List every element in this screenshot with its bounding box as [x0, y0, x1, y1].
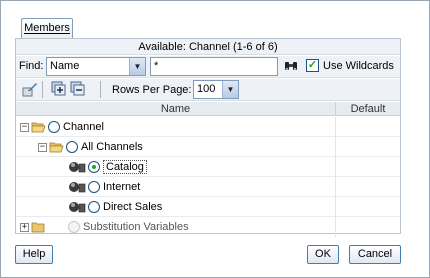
toolbar-separator — [100, 81, 101, 98]
member-label[interactable]: Channel — [63, 121, 104, 133]
find-input[interactable]: * — [150, 57, 278, 76]
open-folder-icon — [49, 142, 64, 153]
members-dialog: Members Available: Channel (1-6 of 6) Fi… — [0, 0, 430, 278]
tree-row: − Channel — [16, 117, 400, 137]
member-label[interactable]: Substitution Variables — [83, 221, 189, 233]
toolbar: Rows Per Page: 100 ▼ — [16, 79, 400, 101]
member-radio[interactable] — [88, 181, 100, 193]
expand-toggle-icon[interactable]: + — [20, 222, 29, 232]
column-divider — [335, 217, 336, 237]
member-label[interactable]: All Channels — [81, 141, 143, 153]
use-wildcards-label: Use Wildcards — [323, 60, 394, 72]
find-row: Find: Name ▼ * ✓ Use Wildcards — [16, 56, 400, 78]
column-divider — [335, 137, 336, 157]
column-default-header[interactable]: Default — [336, 102, 400, 116]
member-radio[interactable] — [88, 161, 100, 173]
tree-node: Internet — [68, 177, 140, 197]
open-folder-icon — [31, 122, 46, 133]
members-panel: Available: Channel (1-6 of 6) Find: Name… — [15, 38, 401, 237]
tree-header: Name Default — [16, 102, 400, 116]
member-radio — [68, 221, 80, 233]
rows-per-page-select[interactable]: 100 ▼ — [193, 80, 239, 99]
member-radio[interactable] — [48, 121, 60, 133]
tree-row: Catalog — [16, 157, 400, 177]
column-divider — [335, 177, 336, 197]
tree-node: − Channel — [20, 117, 104, 137]
member-label[interactable]: Direct Sales — [103, 201, 162, 213]
member-tree: − Channel − All Channels Catalog Interne… — [16, 117, 400, 237]
available-summary: Available: Channel (1-6 of 6) — [16, 39, 400, 55]
rows-per-page-label: Rows Per Page: — [112, 84, 192, 96]
toolbar-separator — [42, 81, 43, 98]
member-leaf-icon — [69, 182, 86, 193]
tree-row: − All Channels — [16, 137, 400, 157]
column-name-header[interactable]: Name — [16, 102, 335, 116]
collapse-toggle-icon[interactable]: − — [38, 142, 47, 152]
tree-row: Direct Sales — [16, 197, 400, 217]
use-wildcards-checkbox[interactable]: ✓ — [306, 59, 319, 72]
find-field-value: Name — [50, 60, 80, 72]
find-label: Find: — [19, 60, 44, 72]
member-leaf-icon — [69, 202, 86, 213]
column-divider — [335, 197, 336, 217]
member-radio[interactable] — [66, 141, 78, 153]
tree-node: Catalog — [68, 157, 147, 177]
expand-all-icon[interactable] — [51, 81, 67, 97]
tree-node: + Substitution Variables — [20, 217, 189, 237]
collapse-all-icon[interactable] — [70, 81, 86, 97]
chevron-down-icon: ▼ — [129, 58, 145, 75]
member-radio[interactable] — [88, 201, 100, 213]
tab-members-label: Members — [24, 22, 70, 34]
member-leaf-icon — [69, 162, 86, 173]
folder-icon — [31, 222, 45, 233]
rows-per-page-value: 100 — [197, 83, 216, 95]
find-field-select[interactable]: Name ▼ — [46, 57, 146, 76]
tab-members[interactable]: Members — [21, 18, 73, 39]
column-divider — [335, 157, 336, 177]
cancel-button[interactable]: Cancel — [349, 245, 401, 264]
tree-node: − All Channels — [38, 137, 143, 157]
tree-node: Direct Sales — [68, 197, 162, 217]
ok-button[interactable]: OK — [307, 245, 339, 264]
tree-row: + Substitution Variables — [16, 217, 400, 237]
collapse-toggle-icon[interactable]: − — [20, 122, 29, 132]
edit-member-icon[interactable] — [22, 81, 38, 97]
binoculars-icon[interactable] — [284, 59, 298, 73]
chevron-down-icon: ▼ — [222, 81, 238, 98]
member-label[interactable]: Internet — [103, 181, 140, 193]
member-label[interactable]: Catalog — [103, 160, 147, 174]
column-divider — [335, 117, 336, 137]
help-button[interactable]: Help — [15, 245, 53, 264]
tree-row: Internet — [16, 177, 400, 197]
